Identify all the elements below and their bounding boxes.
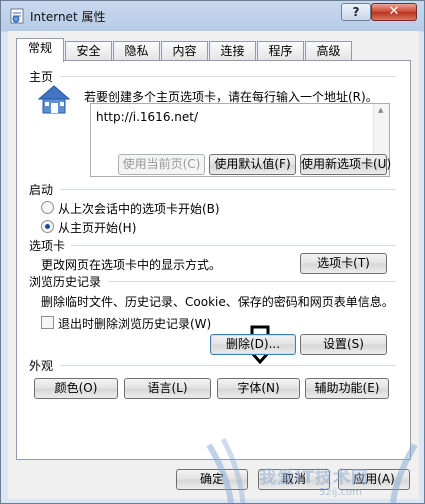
tabs-description: 更改网页在选项卡中的显示方式。 bbox=[41, 258, 222, 272]
tab-advanced[interactable]: 高级 bbox=[305, 41, 352, 61]
startup-last-session-radio[interactable] bbox=[41, 201, 54, 214]
homepage-divider bbox=[60, 76, 396, 77]
startup-homepage-radio[interactable] bbox=[41, 220, 54, 233]
internet-properties-window: Internet 属性 ? ✕ 常规 安全 隐私 内容 连接 程序 高级 主页 … bbox=[0, 0, 425, 504]
appearance-section-label: 外观 bbox=[29, 359, 54, 373]
internet-options-icon bbox=[10, 8, 24, 24]
startup-divider bbox=[60, 189, 396, 190]
colors-button[interactable]: 颜色(O) bbox=[34, 378, 118, 399]
tab-programs[interactable]: 程序 bbox=[257, 41, 304, 61]
delete-on-exit-checkbox[interactable] bbox=[41, 316, 54, 329]
homepage-section-label: 主页 bbox=[29, 70, 54, 84]
tabs-divider bbox=[71, 245, 396, 246]
scroll-up-icon[interactable]: ▲ bbox=[378, 106, 383, 114]
close-button[interactable]: ✕ bbox=[371, 3, 417, 21]
use-new-tab-button[interactable]: 使用新选项卡(U) bbox=[300, 154, 391, 175]
use-current-button[interactable]: 使用当前页(C) bbox=[118, 154, 205, 175]
delete-history-button[interactable]: 删除(D)... bbox=[210, 334, 296, 355]
appearance-divider bbox=[60, 365, 396, 366]
watermark-url: 52ij.com bbox=[319, 487, 362, 498]
startup-section-label: 启动 bbox=[29, 183, 54, 197]
title-bar[interactable]: Internet 属性 ? ✕ bbox=[1, 1, 424, 31]
history-description: 删除临时文件、历史记录、Cookie、保存的密码和网页表单信息。 bbox=[41, 295, 394, 309]
history-section-label: 浏览历史记录 bbox=[29, 275, 102, 289]
window-title: Internet 属性 bbox=[30, 10, 106, 24]
use-default-button[interactable]: 使用默认值(F) bbox=[209, 154, 296, 175]
tab-content[interactable]: 内容 bbox=[161, 41, 208, 61]
watermark-text: 我爱IT技术网 bbox=[259, 468, 369, 488]
tabs-section-label: 选项卡 bbox=[29, 239, 66, 253]
history-settings-button[interactable]: 设置(S) bbox=[300, 334, 387, 355]
startup-last-session-label: 从上次会话中的选项卡开始(B) bbox=[58, 202, 220, 216]
homepage-url-value: http://i.1616.net/ bbox=[96, 110, 198, 124]
help-button[interactable]: ? bbox=[341, 3, 371, 21]
tab-security[interactable]: 安全 bbox=[65, 41, 112, 61]
history-divider bbox=[108, 281, 396, 282]
tab-privacy[interactable]: 隐私 bbox=[113, 41, 160, 61]
tabs-settings-button[interactable]: 选项卡(T) bbox=[300, 253, 387, 274]
home-icon bbox=[37, 85, 71, 114]
tab-connections[interactable]: 连接 bbox=[209, 41, 256, 61]
fonts-button[interactable]: 字体(N) bbox=[217, 378, 300, 399]
delete-on-exit-label: 退出时删除浏览历史记录(W) bbox=[58, 317, 212, 331]
accessibility-button[interactable]: 辅助功能(E) bbox=[305, 378, 389, 399]
tab-general[interactable]: 常规 bbox=[16, 38, 64, 62]
languages-button[interactable]: 语言(L) bbox=[124, 378, 211, 399]
ok-button[interactable]: 确定 bbox=[176, 469, 248, 490]
startup-homepage-label: 从主页开始(H) bbox=[58, 221, 137, 235]
dialog-body: 常规 安全 隐私 内容 连接 程序 高级 主页 若要创建多个主页选项卡，请在每行… bbox=[8, 31, 419, 499]
